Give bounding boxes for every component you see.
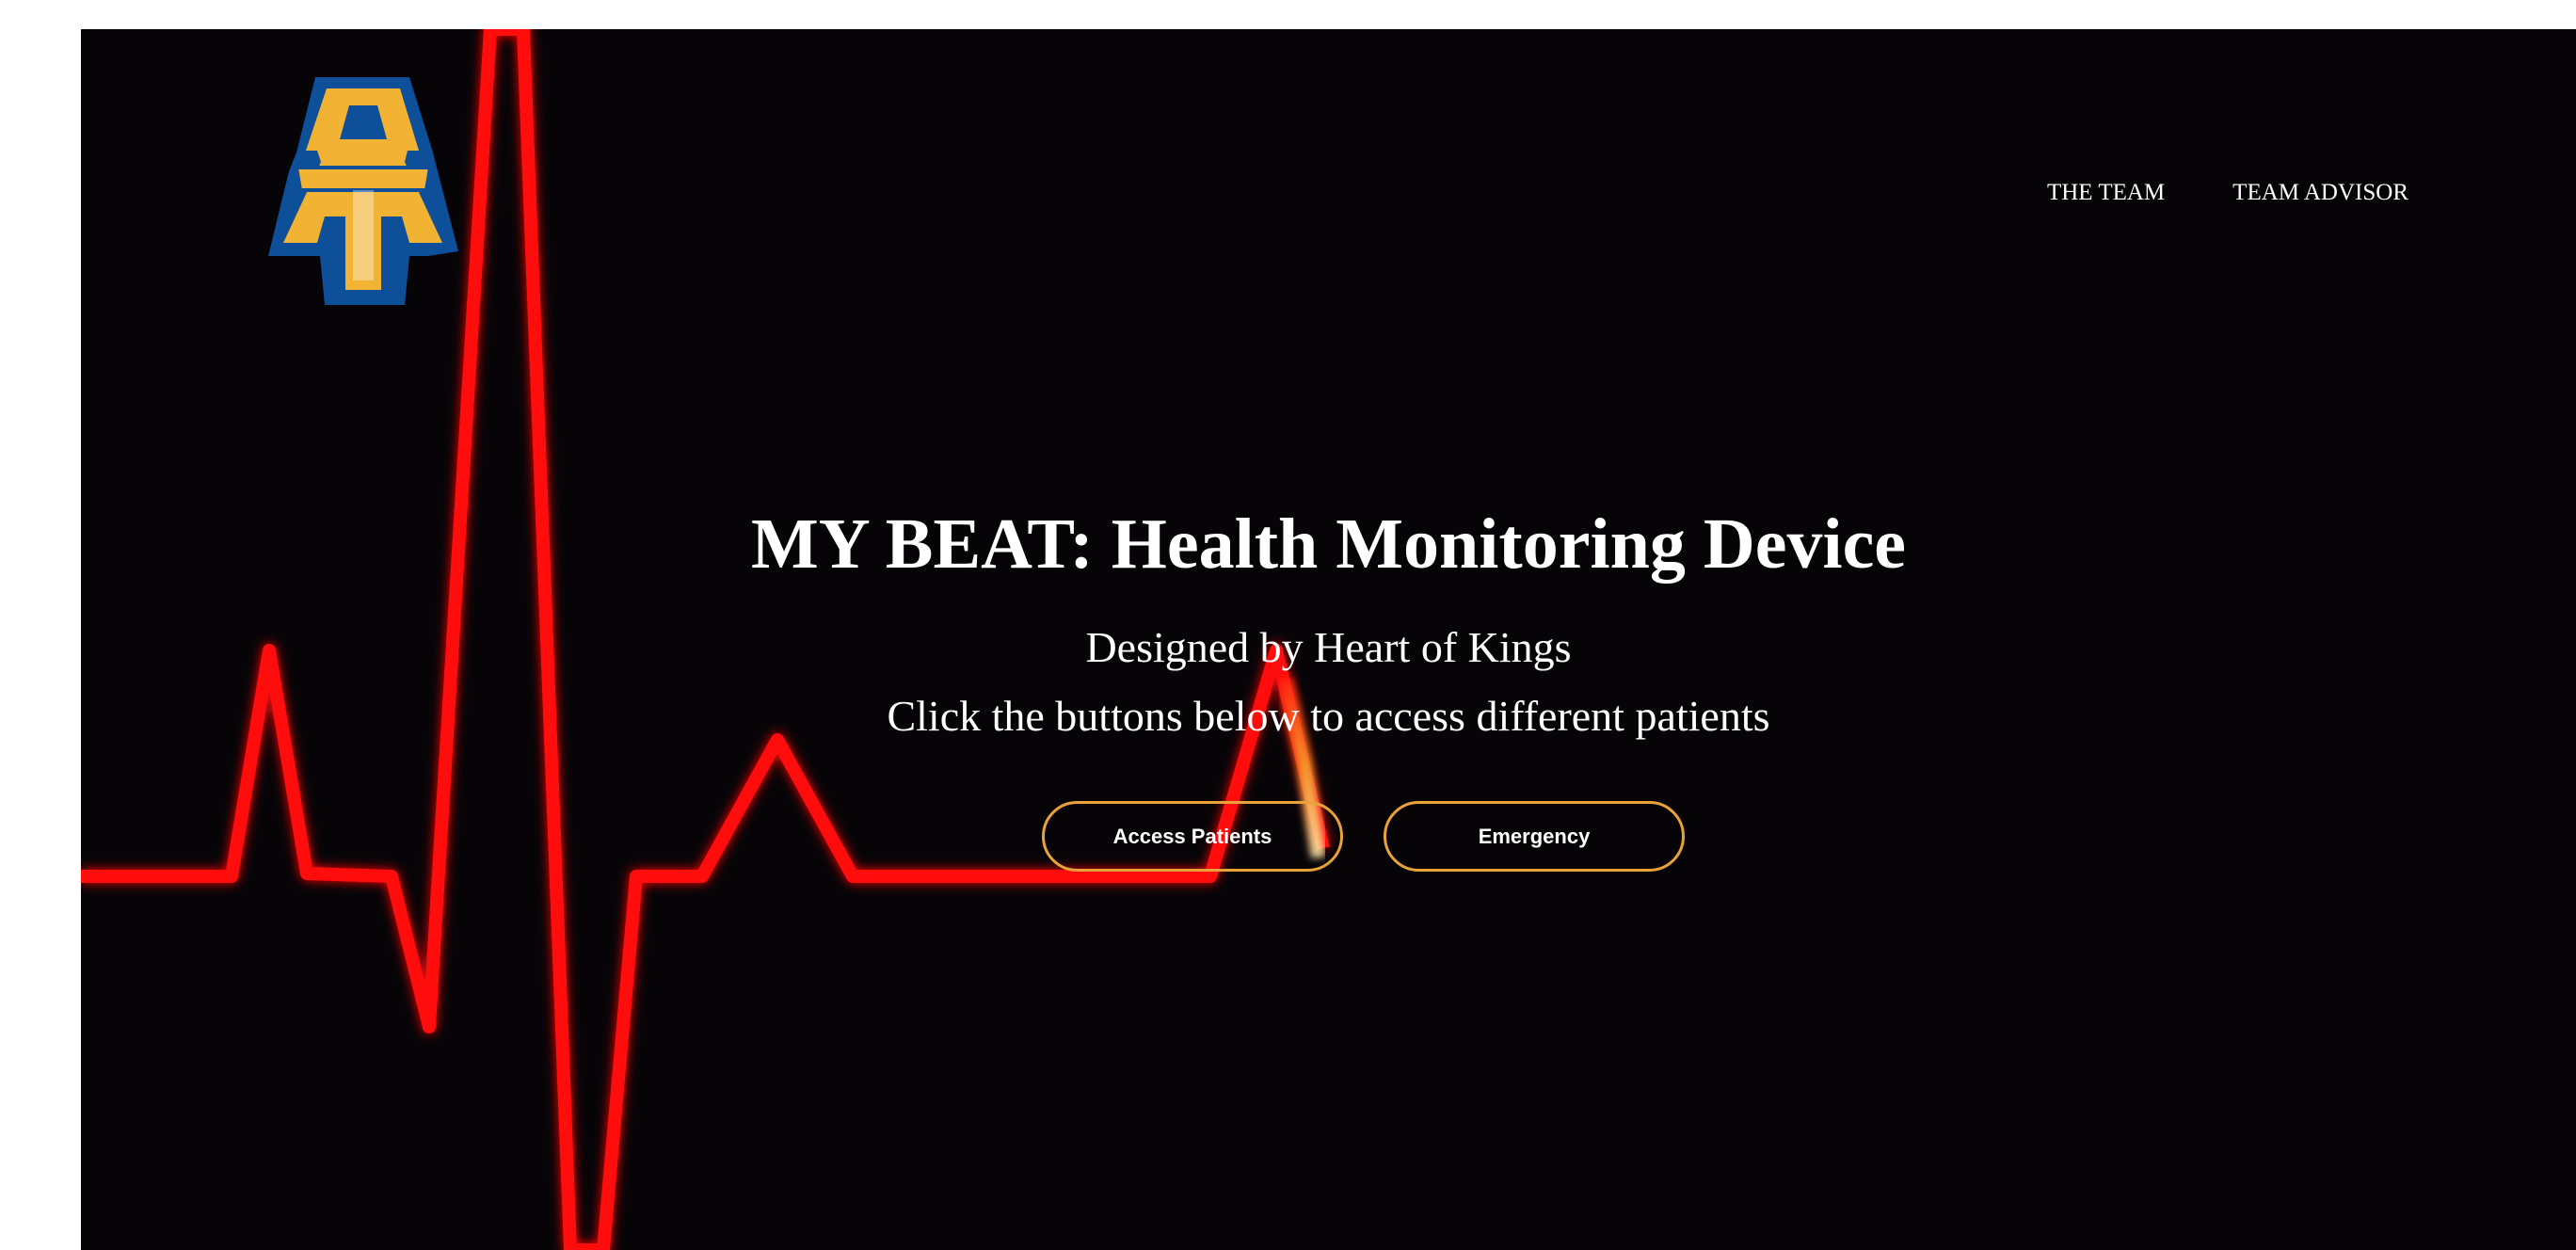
hero-subtitle: Designed by Heart of Kings (1085, 623, 1572, 671)
access-patients-button[interactable]: Access Patients (1042, 801, 1343, 872)
page-title: MY BEAT: Health Monitoring Device (750, 505, 1907, 584)
nav-link-the-team[interactable]: THE TEAM (2047, 180, 2165, 206)
hero-instruction: Click the buttons below to access differ… (887, 692, 1770, 740)
hero-section: THE TEAM TEAM ADVISOR MY BEAT: Health Mo… (81, 29, 2576, 1250)
emergency-button[interactable]: Emergency (1384, 801, 1685, 872)
at-logo-icon (268, 77, 458, 305)
top-nav: THE TEAM TEAM ADVISOR (2047, 180, 2408, 206)
nav-link-team-advisor[interactable]: TEAM ADVISOR (2232, 180, 2408, 206)
